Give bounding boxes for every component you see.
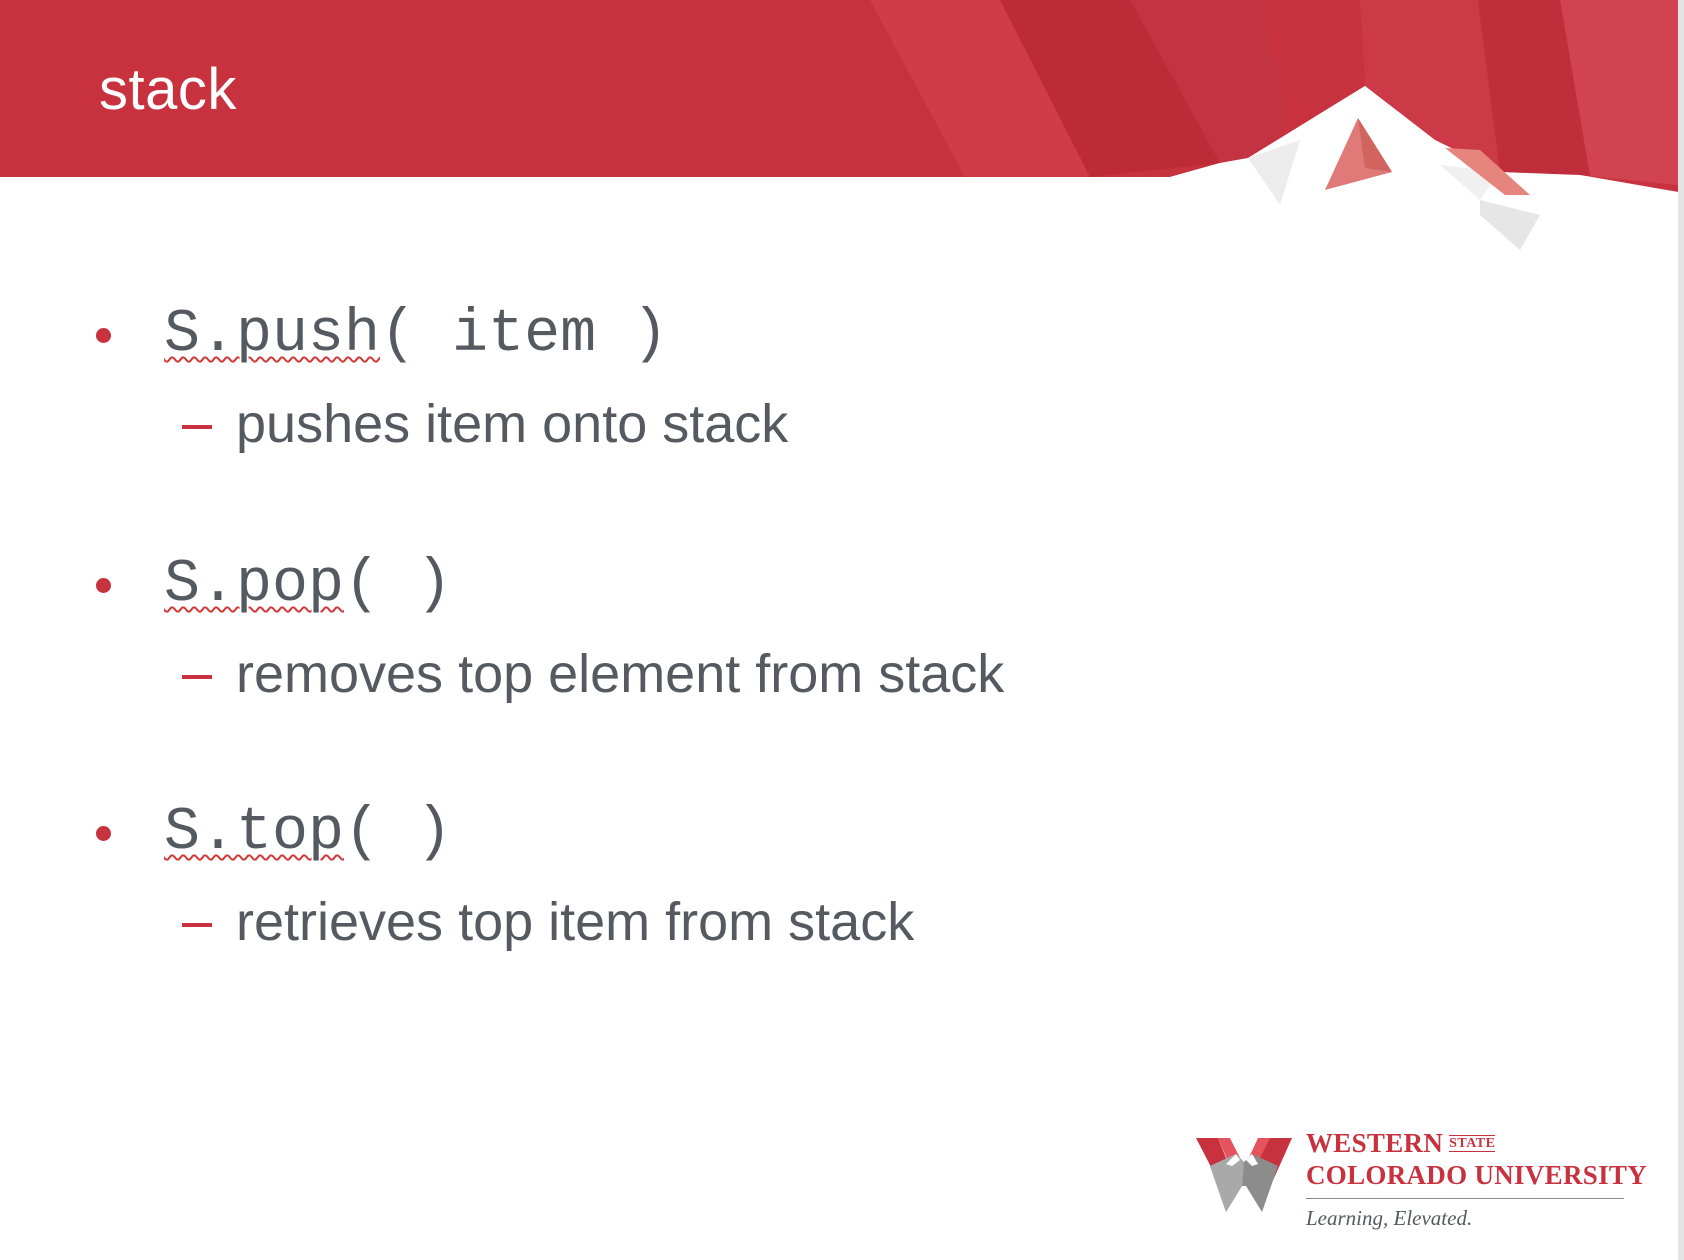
logo-state-text: STATE xyxy=(1449,1135,1496,1152)
bullet-dot-icon xyxy=(96,578,111,593)
code-args: ( ) xyxy=(344,551,453,619)
bullet-code: S.top( ) xyxy=(164,803,452,863)
logo-divider xyxy=(1306,1198,1624,1199)
dash-icon xyxy=(182,425,212,429)
code-args: ( ) xyxy=(344,799,453,867)
code-method: S.top xyxy=(164,799,345,867)
bullet-dot-icon xyxy=(96,826,111,841)
w-mountain-logo-icon xyxy=(1196,1138,1292,1212)
logo-wordmark-line1: WESTERN STATE xyxy=(1306,1128,1496,1158)
dash-icon xyxy=(182,675,212,679)
logo-wordmark-line2: COLORADO UNIVERSITY xyxy=(1306,1160,1647,1190)
code-method: S.pop xyxy=(164,551,345,619)
dash-icon xyxy=(182,923,212,927)
code-args: ( item ) xyxy=(380,301,669,369)
code-method: S.push xyxy=(164,301,381,369)
bullet-dot-icon xyxy=(96,328,111,343)
bullet-code: S.push( item ) xyxy=(164,305,668,365)
logo-tagline: Learning, Elevated. xyxy=(1306,1206,1473,1230)
bullet-code: S.pop( ) xyxy=(164,555,452,615)
university-logo: WESTERN STATE COLORADO UNIVERSITY Learnin… xyxy=(1196,1128,1647,1240)
slide: stack S.push( item ) pushes item onto st… xyxy=(0,0,1684,1260)
sub-item-text: retrieves top item from stack xyxy=(236,892,915,952)
logo-western-text: WESTERN xyxy=(1306,1128,1444,1158)
slide-content: S.push( item ) pushes item onto stack S.… xyxy=(0,0,1684,1260)
sub-item-text: pushes item onto stack xyxy=(236,394,789,454)
sub-item-text: removes top element from stack xyxy=(236,644,1005,704)
